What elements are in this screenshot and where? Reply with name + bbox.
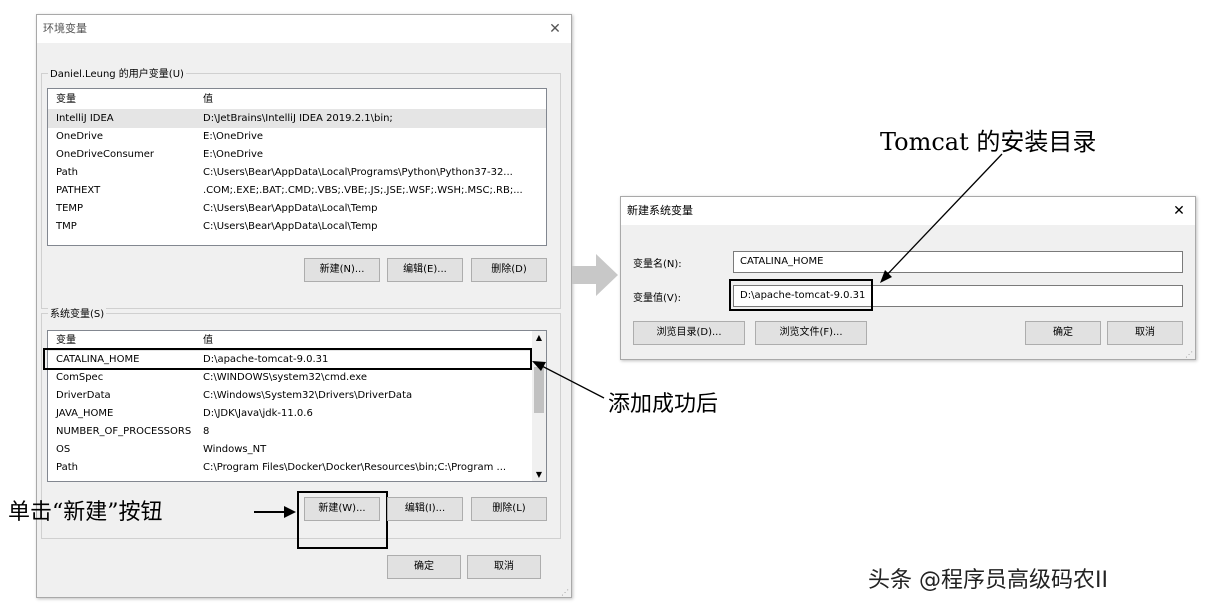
watermark: 头条 @程序员高级码农II bbox=[868, 568, 1108, 593]
callout-arrows bbox=[254, 153, 1003, 518]
